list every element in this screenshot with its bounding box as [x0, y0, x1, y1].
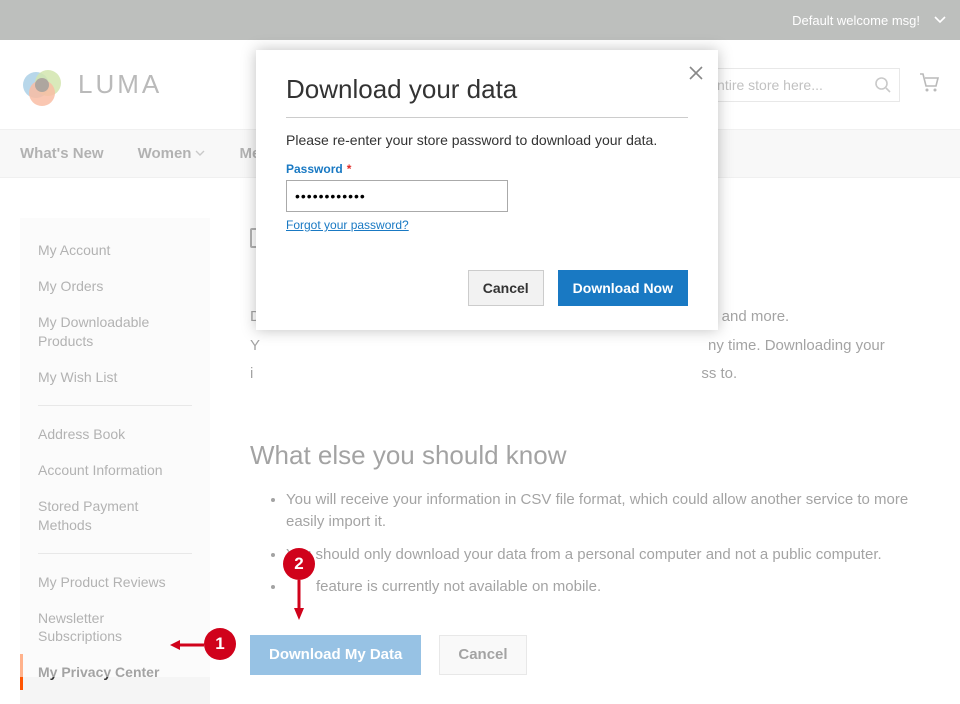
required-asterisk: *: [347, 162, 352, 176]
close-icon[interactable]: [688, 64, 704, 87]
forgot-password-link[interactable]: Forgot your password?: [286, 218, 409, 232]
modal-divider: [286, 117, 688, 118]
arrow-icon: [292, 580, 306, 620]
modal-message: Please re-enter your store password to d…: [286, 132, 688, 148]
modal-footer: Cancel Download Now: [256, 258, 718, 330]
arrow-icon: [170, 638, 206, 652]
modal-title: Download your data: [286, 74, 688, 105]
password-input[interactable]: [286, 180, 508, 212]
annotation-2: 2: [283, 548, 315, 580]
password-label: Password*: [286, 162, 688, 176]
download-data-modal: Download your data Please re-enter your …: [256, 50, 718, 330]
annotation-1: 1: [204, 628, 236, 660]
modal-cancel-button[interactable]: Cancel: [468, 270, 544, 306]
modal-download-now-button[interactable]: Download Now: [558, 270, 688, 306]
